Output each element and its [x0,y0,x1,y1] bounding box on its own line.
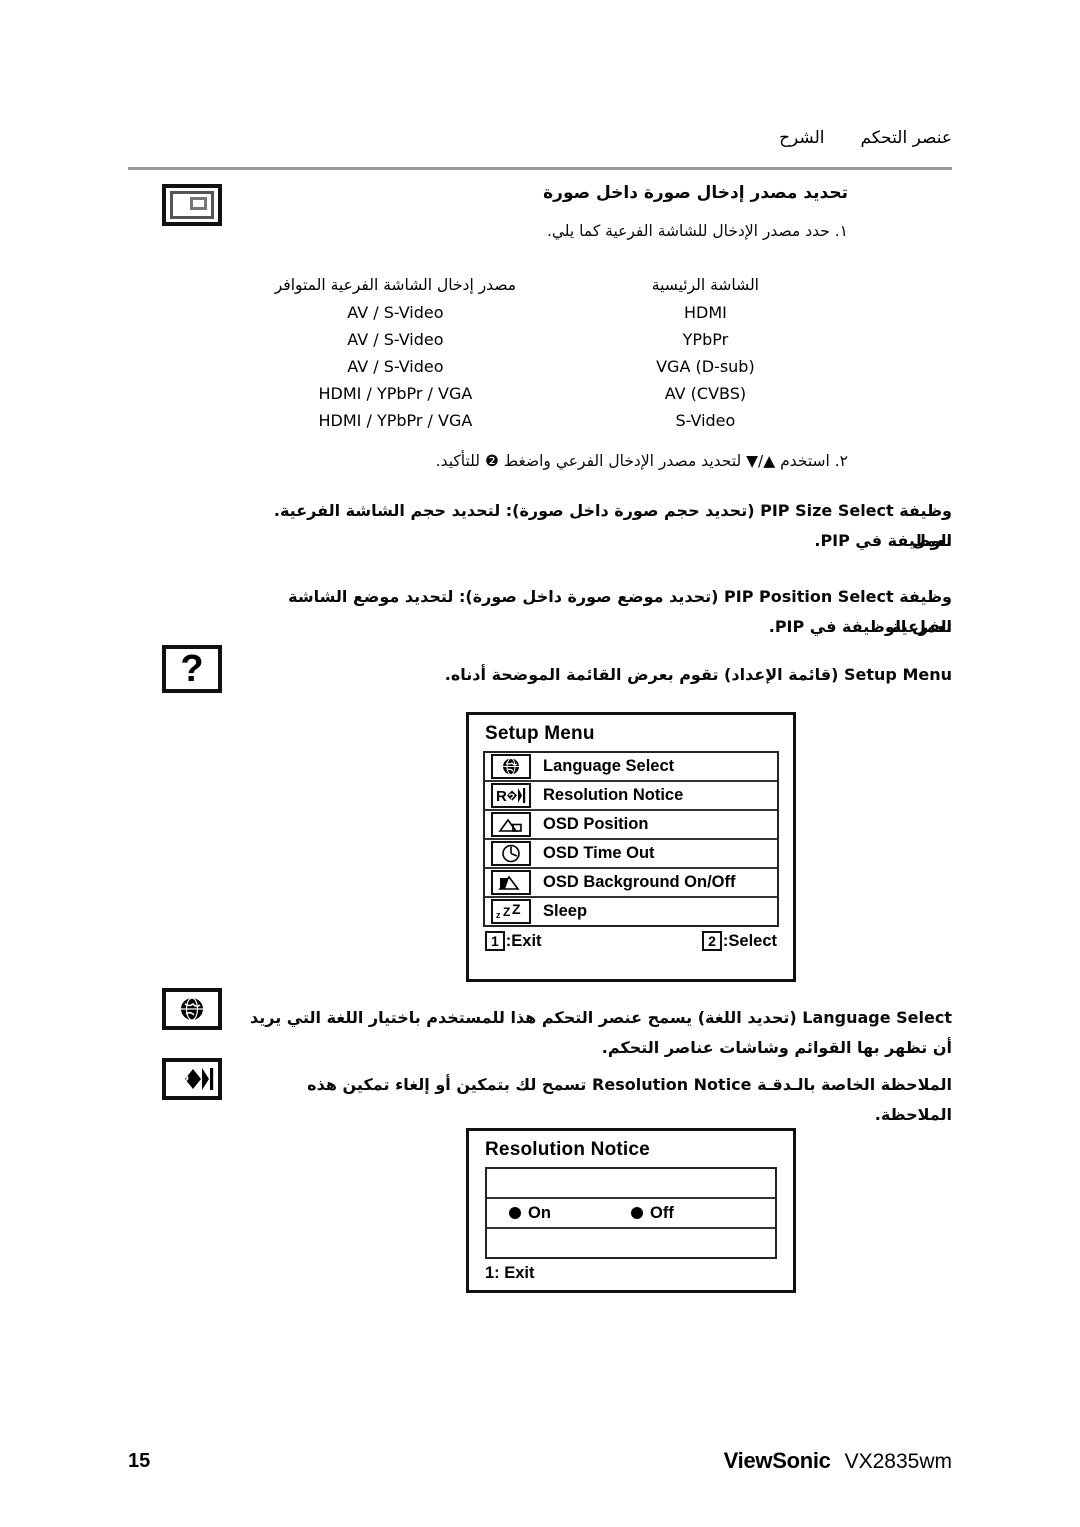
brand-name: ViewSonic [723,1448,831,1473]
language-select-line2: أن تظهر بها القوائم وشاشات عناصر التحكم. [601,1038,952,1057]
language-select-line1: Language Select (تحديد اللغة) يسمح عنصر … [250,1008,952,1027]
menu-item-osd-position[interactable]: OSD Position [485,809,777,838]
menu-item-label: OSD Background On/Off [543,873,736,891]
rn-option-row: On Off [487,1197,775,1227]
cell-sub-source: AV / S-Video [347,330,444,349]
key-1: 1 [485,931,505,951]
rn-spacer-row-top [487,1169,775,1197]
header-col-explanation: الشرح [779,128,825,148]
menu-item-osd-background[interactable]: OSD Background On/Off [485,867,777,896]
setup-menu-intro: Setup Menu (قائمة الإعداد) تقوم بعرض الق… [444,665,952,684]
sleep-icon: z Z Z [491,899,531,924]
resolution-icon: R ? [181,1068,214,1090]
pip-icon-box [162,184,222,226]
cell-sub-source: HDMI / YPbPr / VGA [318,384,473,403]
globe-icon [491,754,531,779]
pip-icon [170,191,214,219]
svg-text:Z: Z [512,903,521,917]
cell-main-screen: YPbPr [682,330,729,349]
resolution-notice-line1: الملاحظة الخاصة بالـدقـة Resolution Noti… [307,1075,952,1124]
menu-item-label: Resolution Notice [543,786,684,804]
rn-footer-exit[interactable]: 1: Exit [469,1259,793,1289]
svg-text:z: z [496,910,501,920]
cell-sub-source: AV / S-Video [347,357,444,376]
svg-text:Z: Z [503,905,510,919]
menu-item-sleep[interactable]: z Z Z Sleep [485,896,777,925]
resolution-notice-osd-panel: Resolution Notice On Off 1: Exit [466,1128,796,1293]
select-label: :Select [722,931,777,950]
svg-text:R: R [496,788,507,805]
key-2: 2 [702,931,722,951]
rn-option-on-label: On [528,1203,551,1222]
cell-main-screen: HDMI [683,303,727,322]
pip-source-step1: ١. حدد مصدر الإدخال للشاشة الفرعية كما ي… [546,222,848,240]
svg-text:?: ? [508,792,515,804]
table-row: YPbPr AV / S-Video [228,326,848,353]
globe-icon-box [162,988,222,1030]
osd-position-icon [491,812,531,837]
cell-main-screen: S-Video [675,411,736,430]
rn-option-on[interactable]: On [509,1204,631,1223]
osd-panel-title: Setup Menu [485,723,595,744]
manual-page: عنصر التحكم الشرح تحديد مصدر إدخال صورة … [0,0,1080,1527]
footer-brand: ViewSonic VX2835wm [724,1448,952,1474]
resolution-icon-box: R ? [162,1058,222,1100]
question-icon-box: ? [162,645,222,693]
menu-item-label: OSD Time Out [543,844,655,862]
menu-item-resolution-notice[interactable]: R ? Resolution Notice [485,780,777,809]
rn-panel-title: Resolution Notice [485,1139,650,1160]
table-row: AV (CVBS) HDMI / YPbPr / VGA [228,380,848,407]
globe-icon [181,997,203,1021]
table-row: S-Video HDMI / YPbPr / VGA [228,407,848,434]
cell-main-screen: VGA (D-sub) [656,357,755,376]
header-divider [128,167,952,170]
svg-text:?: ? [181,1072,190,1088]
osd-panel-footer: 1 :Exit 2 :Select [469,927,793,957]
table-row: HDMI AV / S-Video [228,299,848,326]
pip-source-table: الشاشة الرئيسية مصدر إدخال الشاشة الفرعي… [228,272,848,434]
clock-icon [491,841,531,866]
header-col-control: عنصر التحكم [860,128,952,148]
cell-sub-source: AV / S-Video [347,303,444,322]
background-icon [491,870,531,895]
table-header-sub: مصدر إدخال الشاشة الفرعية المتوافر [274,276,517,294]
brand-model: VX2835wm [844,1450,952,1473]
setup-menu-osd-panel: Setup Menu Language Select R ? Resolutio… [466,712,796,982]
page-number: 15 [128,1450,151,1472]
rn-option-off-label: Off [650,1203,674,1222]
bullet-icon [631,1207,643,1219]
pip-source-step2: ٢. استخدم ▲/▼ لتحديد مصدر الإدخال الفرعي… [435,452,848,470]
osd-menu-list: Language Select R ? Resolution Notice OS… [483,751,779,927]
menu-item-language-select[interactable]: Language Select [485,753,777,780]
bullet-icon [509,1207,521,1219]
osd-exit-hint[interactable]: 1 :Exit [485,931,542,951]
resolution-icon: R ? [491,783,531,808]
pip-position-line2: تعمل الوظيفة في PIP. [768,617,952,636]
cell-sub-source: HDMI / YPbPr / VGA [318,411,473,430]
cell-main-screen: AV (CVBS) [664,384,747,403]
page-header-row: عنصر التحكم الشرح [128,128,952,148]
pip-size-line2: الوظيفة في PIP. [814,531,952,550]
osd-select-hint[interactable]: 2 :Select [702,931,777,951]
menu-item-label: Sleep [543,902,588,920]
pip-source-title: تحديد مصدر إدخال صورة داخل صورة [543,183,848,203]
menu-item-osd-time-out[interactable]: OSD Time Out [485,838,777,867]
rn-options-box: On Off [485,1167,777,1259]
table-row: VGA (D-sub) AV / S-Video [228,353,848,380]
menu-item-label: Language Select [543,757,675,775]
table-header-row: الشاشة الرئيسية مصدر إدخال الشاشة الفرعي… [228,272,848,299]
rn-spacer-row-bottom [487,1227,775,1257]
exit-label: :Exit [505,931,542,950]
menu-item-label: OSD Position [543,815,649,833]
rn-option-off[interactable]: Off [631,1204,674,1223]
question-mark-icon: ? [180,648,204,690]
table-header-main: الشاشة الرئيسية [651,276,759,294]
